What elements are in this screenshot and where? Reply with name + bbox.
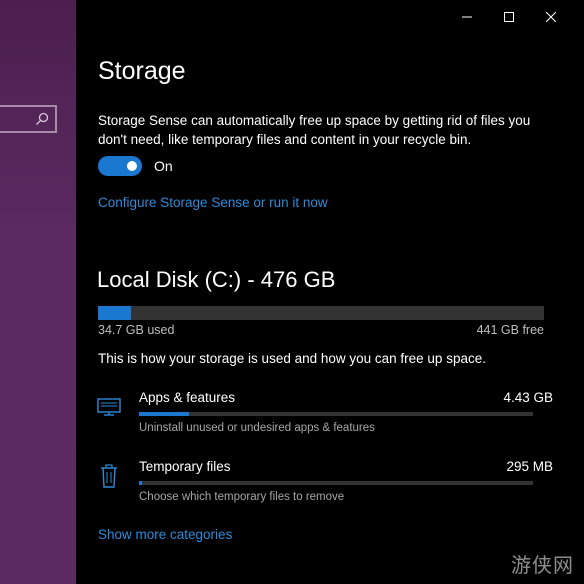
toggle-knob — [127, 161, 137, 171]
storage-settings-page: Storage Storage Sense can automatically … — [76, 0, 584, 584]
storage-sense-toggle[interactable] — [98, 156, 142, 176]
watermark: 游侠网 — [511, 553, 574, 577]
category-size: 295 MB — [506, 459, 553, 474]
category-name: Apps & features — [139, 390, 236, 405]
category-name: Temporary files — [139, 459, 231, 474]
maximize-button[interactable] — [488, 6, 530, 28]
category-usage-bar — [139, 412, 533, 416]
minimize-icon — [462, 16, 472, 18]
close-icon — [546, 12, 556, 22]
category-usage-fill — [139, 412, 190, 416]
category-size: 4.43 GB — [503, 390, 553, 405]
disk-title: Local Disk (C:) - 476 GB — [97, 267, 336, 292]
configure-storage-sense-link[interactable]: Configure Storage Sense or run it now — [98, 195, 328, 210]
disk-used-label: 34.7 GB used — [98, 323, 175, 337]
category-usage-bar — [139, 481, 533, 485]
category-subtitle: Uninstall unused or undesired apps & fea… — [139, 422, 375, 434]
minimize-button[interactable] — [446, 6, 488, 28]
search-input[interactable] — [0, 105, 57, 133]
trash-icon — [96, 463, 122, 489]
sidebar — [0, 0, 76, 584]
storage-sense-description: Storage Sense can automatically free up … — [98, 113, 531, 147]
page-title: Storage — [98, 57, 186, 85]
toggle-state-label: On — [154, 158, 173, 174]
disk-usage-fill — [98, 306, 131, 320]
storage-sense-toggle-row: On — [98, 156, 173, 176]
category-subtitle: Choose which temporary files to remove — [139, 491, 345, 503]
maximize-icon — [504, 12, 514, 22]
disk-usage-bar — [98, 306, 544, 320]
disk-free-label: 441 GB free — [476, 323, 544, 337]
usage-intro: This is how your storage is used and how… — [98, 351, 486, 366]
search-icon[interactable] — [35, 112, 49, 126]
monitor-icon — [96, 394, 122, 420]
window-controls — [446, 6, 572, 28]
category-usage-fill — [139, 481, 143, 485]
show-more-categories-link[interactable]: Show more categories — [98, 527, 232, 542]
close-button[interactable] — [530, 6, 572, 28]
